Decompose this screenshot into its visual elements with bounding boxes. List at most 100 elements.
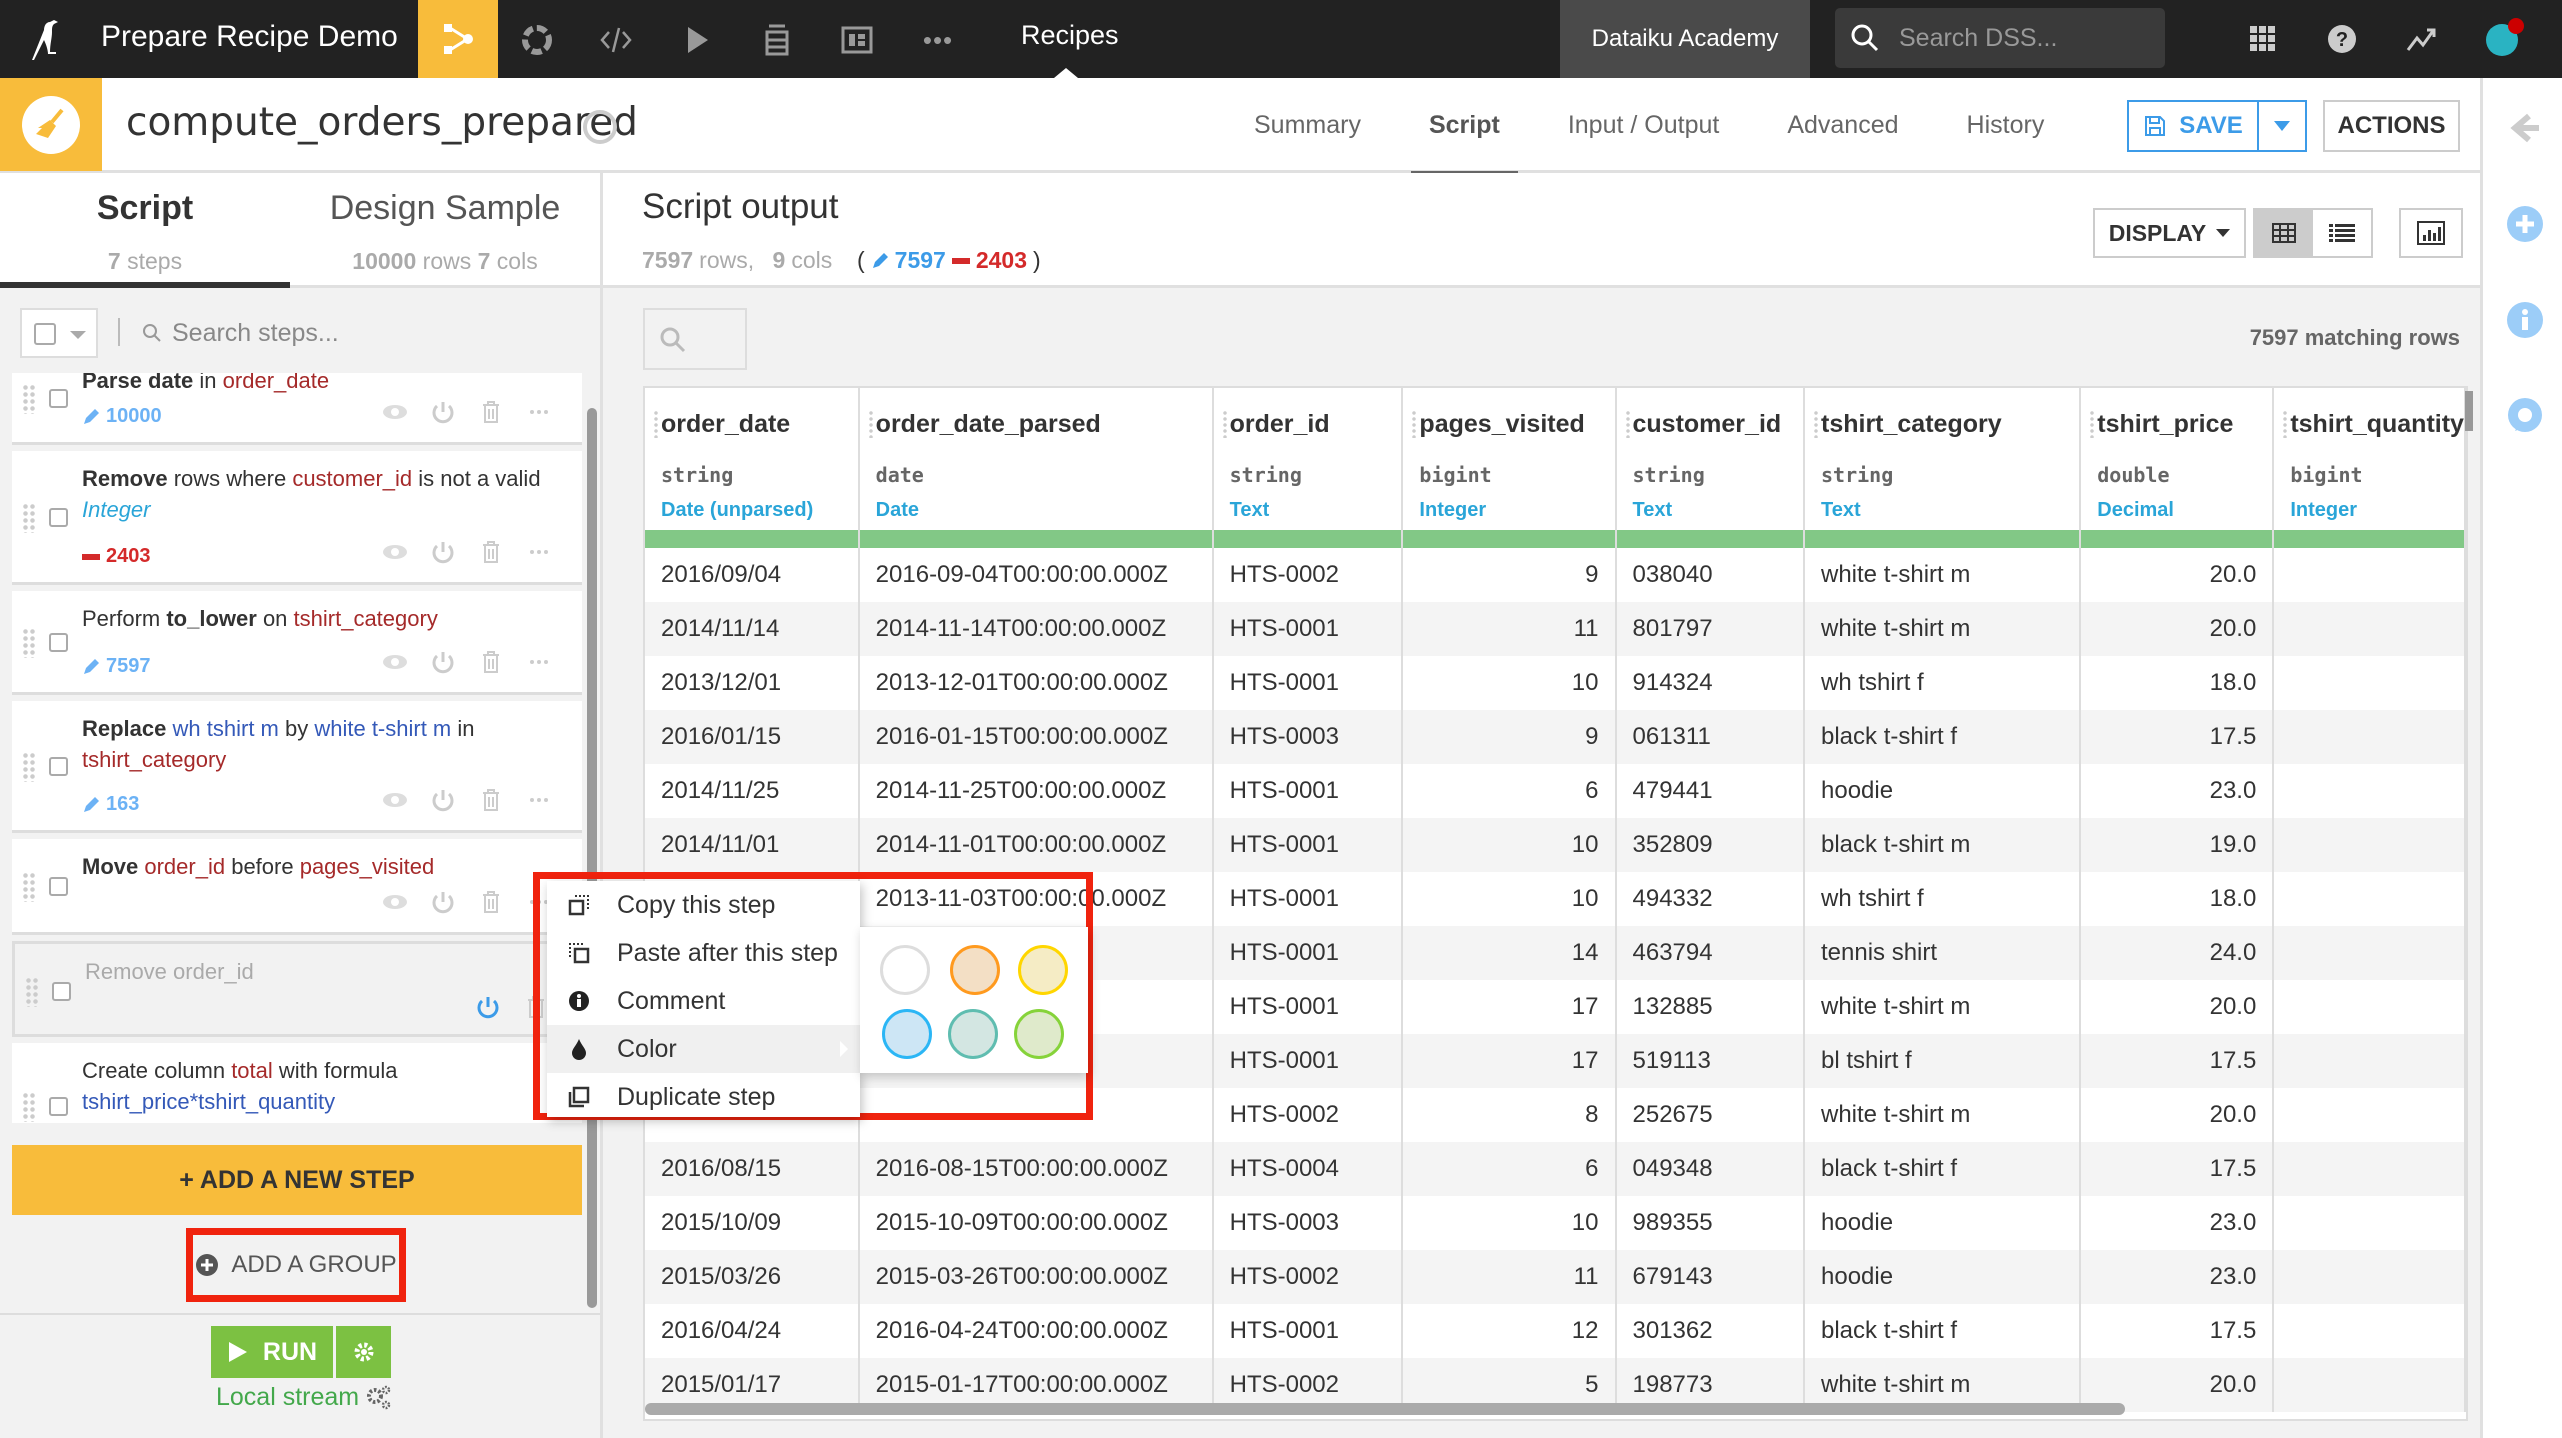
table-cell[interactable]: 11 bbox=[1402, 602, 1617, 656]
column-header[interactable]: tshirt_price double Decimal bbox=[2080, 388, 2275, 530]
column-validity-bar[interactable] bbox=[858, 530, 1214, 548]
lab-icon[interactable] bbox=[519, 22, 555, 58]
tab-advanced[interactable]: Advanced bbox=[1753, 78, 1932, 173]
table-cell[interactable] bbox=[2273, 1088, 2466, 1142]
recipes-nav-label[interactable]: Recipes bbox=[1021, 20, 1119, 51]
table-cell[interactable]: 132885 bbox=[1615, 980, 1805, 1034]
table-cell[interactable]: black t-shirt f bbox=[1804, 710, 2082, 764]
table-cell[interactable]: 17.5 bbox=[2080, 1142, 2275, 1196]
table-cell[interactable]: black t-shirt f bbox=[1804, 1142, 2082, 1196]
table-cell[interactable]: hoodie bbox=[1804, 1250, 2082, 1304]
menu-item-paste-after[interactable]: Paste after this step bbox=[547, 929, 860, 977]
table-cell[interactable]: HTS-0001 bbox=[1212, 1304, 1404, 1358]
table-cell[interactable]: 061311 bbox=[1615, 710, 1805, 764]
table-row[interactable]: 2014/11/01 2014-11-01T00:00:00.000Z HTS-00… bbox=[645, 818, 2466, 872]
column-validity-bar[interactable] bbox=[2273, 530, 2466, 548]
table-cell[interactable] bbox=[2273, 1358, 2466, 1412]
table-cell[interactable]: 10 bbox=[1402, 1196, 1617, 1250]
meaning-type[interactable]: Text bbox=[1633, 499, 1804, 522]
table-cell[interactable]: 2015-10-09T00:00:00.000Z bbox=[858, 1196, 1214, 1250]
tab-script[interactable]: Script bbox=[1395, 78, 1534, 176]
table-cell[interactable] bbox=[2273, 818, 2466, 872]
table-cell[interactable]: 2016-04-24T00:00:00.000Z bbox=[858, 1304, 1214, 1358]
color-swatch-orange[interactable] bbox=[950, 945, 1000, 995]
instance-label[interactable]: Dataiku Academy bbox=[1560, 0, 1810, 78]
table-cell[interactable]: 2013-12-01T00:00:00.000Z bbox=[858, 656, 1214, 710]
preview-eye-icon[interactable] bbox=[382, 649, 408, 675]
column-header[interactable]: order_date string Date (unparsed) bbox=[645, 388, 860, 530]
tab-input-output[interactable]: Input / Output bbox=[1534, 78, 1754, 173]
table-cell[interactable]: HTS-0001 bbox=[1212, 602, 1404, 656]
run-button[interactable]: RUN bbox=[211, 1326, 333, 1378]
project-name[interactable]: Prepare Recipe Demo bbox=[101, 20, 398, 54]
table-cell[interactable]: 2013/12/01 bbox=[645, 656, 860, 710]
column-drag-handle-icon[interactable] bbox=[1221, 410, 1228, 438]
display-dropdown[interactable]: DISPLAY bbox=[2093, 208, 2246, 258]
step-item[interactable]: Remove order_id bbox=[12, 941, 582, 1037]
color-swatch-none[interactable] bbox=[880, 945, 930, 995]
table-cell[interactable] bbox=[2273, 926, 2466, 980]
table-cell[interactable] bbox=[2273, 710, 2466, 764]
dashboard-icon[interactable] bbox=[839, 22, 875, 58]
step-checkbox[interactable] bbox=[49, 877, 68, 896]
toggle-power-icon[interactable] bbox=[475, 994, 501, 1020]
table-cell[interactable]: 17.5 bbox=[2080, 1034, 2275, 1088]
table-cell[interactable] bbox=[2273, 872, 2466, 926]
table-cell[interactable]: 19.0 bbox=[2080, 818, 2275, 872]
global-search[interactable] bbox=[1835, 8, 2165, 68]
table-cell[interactable]: 2016/08/15 bbox=[645, 1142, 860, 1196]
table-cell[interactable]: 20.0 bbox=[2080, 1088, 2275, 1142]
table-cell[interactable]: HTS-0001 bbox=[1212, 980, 1404, 1034]
table-cell[interactable]: 038040 bbox=[1615, 548, 1805, 602]
meaning-type[interactable]: Date bbox=[876, 499, 1212, 522]
drag-handle-icon[interactable] bbox=[22, 752, 36, 782]
meaning-type[interactable]: Integer bbox=[1419, 499, 1614, 522]
more-options-icon[interactable] bbox=[526, 539, 552, 565]
drag-handle-icon[interactable] bbox=[22, 384, 36, 414]
table-cell[interactable]: 20.0 bbox=[2080, 602, 2275, 656]
datasets-icon[interactable] bbox=[759, 22, 795, 58]
step-checkbox[interactable] bbox=[49, 633, 68, 652]
table-cell[interactable]: 2016/09/04 bbox=[645, 548, 860, 602]
color-swatch-yellow[interactable] bbox=[1018, 945, 1068, 995]
step-checkbox[interactable] bbox=[49, 508, 68, 527]
column-validity-bar[interactable] bbox=[1615, 530, 1805, 548]
drag-handle-icon[interactable] bbox=[25, 977, 39, 1007]
run-icon[interactable] bbox=[679, 22, 715, 58]
table-cell[interactable]: 23.0 bbox=[2080, 1250, 2275, 1304]
run-settings-button[interactable] bbox=[336, 1326, 391, 1378]
table-cell[interactable]: 2014-11-14T00:00:00.000Z bbox=[858, 602, 1214, 656]
step-checkbox[interactable] bbox=[52, 982, 71, 1001]
table-cell[interactable]: 24.0 bbox=[2080, 926, 2275, 980]
column-drag-handle-icon[interactable] bbox=[1411, 410, 1418, 438]
toggle-power-icon[interactable] bbox=[430, 787, 456, 813]
table-cell[interactable]: 12 bbox=[1402, 1304, 1617, 1358]
table-cell[interactable]: HTS-0003 bbox=[1212, 710, 1404, 764]
table-cell[interactable]: 801797 bbox=[1615, 602, 1805, 656]
engine-selector[interactable]: Local stream bbox=[216, 1383, 393, 1412]
column-drag-handle-icon[interactable] bbox=[867, 410, 874, 438]
toggle-power-icon[interactable] bbox=[430, 649, 456, 675]
table-cell[interactable]: 11 bbox=[1402, 1250, 1617, 1304]
toggle-power-icon[interactable] bbox=[430, 889, 456, 915]
table-cell[interactable]: 2014-11-01T00:00:00.000Z bbox=[858, 818, 1214, 872]
delete-trash-icon[interactable] bbox=[478, 787, 504, 813]
tab-design-sample[interactable]: Design Sample 10000 rows 7 cols bbox=[300, 173, 590, 288]
table-horizontal-scrollbar[interactable] bbox=[645, 1403, 2125, 1415]
delete-trash-icon[interactable] bbox=[478, 539, 504, 565]
drag-handle-icon[interactable] bbox=[22, 872, 36, 902]
table-cell[interactable] bbox=[2273, 1250, 2466, 1304]
column-header[interactable]: pages_visited bigint Integer bbox=[1402, 388, 1617, 530]
table-cell[interactable]: 14 bbox=[1402, 926, 1617, 980]
table-cell[interactable]: HTS-0003 bbox=[1212, 1196, 1404, 1250]
table-cell[interactable]: HTS-0002 bbox=[1212, 1088, 1404, 1142]
table-cell[interactable]: wh tshirt f bbox=[1804, 872, 2082, 926]
discussion-icon[interactable] bbox=[2505, 396, 2545, 436]
column-drag-handle-icon[interactable] bbox=[1813, 410, 1819, 438]
activity-icon[interactable] bbox=[2403, 20, 2441, 58]
table-cell[interactable]: 17 bbox=[1402, 980, 1617, 1034]
table-cell[interactable]: 2014/11/14 bbox=[645, 602, 860, 656]
table-cell[interactable]: HTS-0001 bbox=[1212, 656, 1404, 710]
steps-scrollbar[interactable] bbox=[587, 408, 597, 1308]
table-cell[interactable]: tennis shirt bbox=[1804, 926, 2082, 980]
